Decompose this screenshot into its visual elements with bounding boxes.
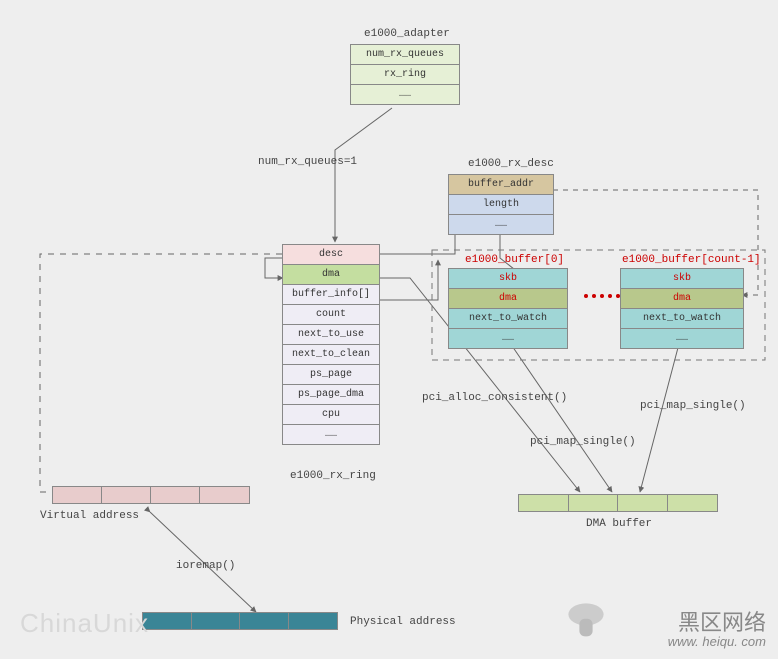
rx-ring-buffer-info: buffer_info[] (283, 285, 379, 305)
rx-ring-dma: dma (283, 265, 379, 285)
rx-ring-desc: desc (283, 245, 379, 265)
rx-desc-title: e1000_rx_desc (468, 158, 554, 170)
pci-map-label2: pci_map_single() (640, 400, 746, 412)
buffer0-title: e1000_buffer[0] (465, 254, 564, 266)
adapter-field-rx-ring: rx_ring (351, 65, 459, 85)
buffer0-next-to-watch: next_to_watch (449, 309, 567, 329)
rx-desc-ellipsis: …… (449, 215, 553, 234)
bufferN-struct: skb dma next_to_watch …… (620, 268, 744, 349)
rx-ring-ps-page-dma: ps_page_dma (283, 385, 379, 405)
rx-ring-next-to-use: next_to_use (283, 325, 379, 345)
rx-ring-struct: desc dma buffer_info[] count next_to_use… (282, 244, 380, 445)
watermark-heiqu: 黑区网络 www. heiqu. com (668, 612, 766, 649)
rx-desc-length: length (449, 195, 553, 215)
physical-address-label: Physical address (350, 616, 456, 628)
buffer0-skb: skb (449, 269, 567, 289)
mushroom-icon (564, 599, 608, 643)
rx-ring-ellipsis: …… (283, 425, 379, 444)
virtual-address-label: Virtual address (40, 510, 139, 522)
buffer0-struct: skb dma next_to_watch …… (448, 268, 568, 349)
bufferN-title: e1000_buffer[count-1] (622, 254, 761, 266)
bufferN-skb: skb (621, 269, 743, 289)
dma-buffer-bar (518, 494, 718, 512)
dma-buffer-label: DMA buffer (586, 518, 652, 530)
heiqu-cn: 黑区网络 (668, 612, 766, 634)
adapter-field-num-rx-queues: num_rx_queues (351, 45, 459, 65)
buffer0-ellipsis: …… (449, 329, 567, 348)
bufferN-next-to-watch: next_to_watch (621, 309, 743, 329)
bufferN-dma: dma (621, 289, 743, 309)
edge-num-rx-queues: num_rx_queues=1 (258, 156, 357, 168)
pci-alloc-label: pci_alloc_consistent() (422, 392, 567, 404)
physical-address-bar (142, 612, 338, 630)
ioremap-label: ioremap() (176, 560, 235, 572)
rx-ring-ps-page: ps_page (283, 365, 379, 385)
rx-desc-struct: buffer_addr length …… (448, 174, 554, 235)
rx-ring-next-to-clean: next_to_clean (283, 345, 379, 365)
pci-map-label1: pci_map_single() (530, 436, 636, 448)
bufferN-ellipsis: …… (621, 329, 743, 348)
adapter-struct: num_rx_queues rx_ring …… (350, 44, 460, 105)
rx-ring-title: e1000_rx_ring (290, 470, 376, 482)
rx-desc-buffer-addr: buffer_addr (449, 175, 553, 195)
adapter-field-ellipsis: …… (351, 85, 459, 104)
adapter-title: e1000_adapter (364, 28, 450, 40)
heiqu-url: www. heiqu. com (668, 634, 766, 649)
rx-ring-count: count (283, 305, 379, 325)
buffer0-dma: dma (449, 289, 567, 309)
virtual-address-bar (52, 486, 250, 504)
watermark-chinaunix: ChinaUnix (20, 608, 149, 639)
rx-ring-cpu: cpu (283, 405, 379, 425)
